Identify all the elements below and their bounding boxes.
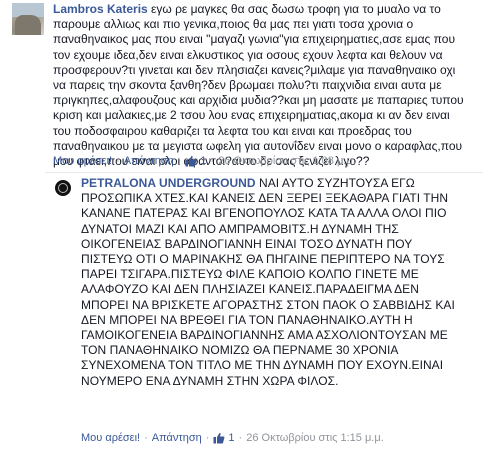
comment-text-line: ΜΠΟΡΕΙ ΝΑ ΒΡΙΣΚΕΤΕ ΑΓΟΡΑΣΤΗΣ ΣΤΟΝ ΠΑΟΚ Ο… [81, 297, 455, 312]
comment-text-line: ΠΙΣΤΕΥΩ ΟΤΙ Ο ΜΑΡΙΝΑΚΗΣ ΘΑ ΠΗΓΑΙΝΕ ΠΕΡΙΠ… [81, 252, 445, 267]
comment-text-line: ΝΑΙ ΑΥΤΟ ΣΥΖΗΤΟΥΣΑ ΕΓΩ [255, 176, 415, 190]
reply-divider [45, 172, 483, 173]
timestamp[interactable]: 26 Οκτωβρίου στις 1:15 μ.μ. [246, 432, 384, 444]
comment-text-line: να παρεις την σκοντα ξανθη?δεν βρωμαει π… [53, 78, 442, 93]
author-name[interactable]: PETRALONA UNDERGROUND [81, 176, 256, 190]
timestamp[interactable]: 26 Οκτωβρίου στις 1:08 μ.μ. [218, 155, 356, 167]
comment-text-line: ΠΡΟΣΩΠΙΚΑ ΧΤΕΣ.ΚΑΙ ΚΑΝΕΙΣ ΔΕΝ ΞΕΡΕΙ ΞΕΚΑ… [81, 191, 449, 206]
comment-text-line: ΔΕΝ ΜΠΟΡΕΙ ΝΑ ΒΡΕΘΕΙ ΓΙΑ ΤΟΝ ΠΑΝΑΘΗΝΑΙΚΟ… [81, 312, 413, 327]
comment-text-line: παρουμε αλλιως και πιο γενικα,ποιος θα μ… [53, 17, 414, 32]
comment-body: Lambros Kateris εγω ρε μαγκες θα σας δωσ… [53, 2, 478, 169]
like-link[interactable]: Μου αρέσει! [53, 155, 112, 167]
comment-meta: Μου αρέσει! · Απάντηση · 1 · 26 Οκτωβρίο… [81, 432, 384, 444]
comment-text-line: ΑΛΑΦΟΥΖΟ ΚΑΙ ΔΕΝ ΠΛΗΣΙΑΖΕΙ ΚΑΝΕΙΣ.ΠΑΡΑΔΕ… [81, 282, 419, 297]
comment-text-line: του ποδοσφαιρου καθαριζει τα λεφτα του κ… [53, 123, 412, 138]
reply-link[interactable]: Απάντηση [124, 155, 174, 167]
avatar[interactable] [12, 3, 44, 35]
comment-text-line: ΔΥΝΑΤΟΙ ΜΑΖΙ ΚΑΙ ΑΠΟ ΑΜΠΡΑΜΟΒΙΤΣ.Η ΔΥΝΑΜ… [81, 221, 399, 236]
comment-text-line: τον εχουμε ιδεα,δεν ειναι ελκυστικος για… [53, 47, 443, 62]
comment-text-line: εγω ρε μαγκες θα σας δωσω τροφη για το μ… [147, 2, 441, 16]
comment-body: PETRALONA UNDERGROUND ΝΑΙ ΑΥΤΟ ΣΥΖΗΤΟΥΣΑ… [81, 176, 476, 389]
like-count[interactable]: 1 [200, 155, 206, 167]
comment-text-line: παναθηναικος μας που ειναι "μαγαζι γωνια… [53, 32, 455, 47]
thumbs-up-icon[interactable] [185, 155, 197, 167]
comment-text-line: κριση και μαλακιες,με 2 τσου λου ενας επ… [53, 108, 450, 123]
comment-text-line: ΠΑΡΕΙ ΤΣΙΓΑΡΑ.ΠΙΣΤΕΥΩ ΦΙΛΕ ΚΑΠΟΙΟ ΚΟΛΠΟ … [81, 267, 419, 282]
comment-text-line: προσφερουν?τι γινεται και δεν πλησιαζει … [53, 62, 456, 77]
comment-text-line: ΚΑΝΑΝΕ ΠΑΤΕΡΑΣ ΚΑΙ ΒΓΕΝΟΠΟΥΛΟΣ ΚΑΤΑ ΤΑ Α… [81, 206, 447, 221]
separator: · [210, 155, 215, 167]
thumbs-up-icon[interactable] [213, 432, 225, 444]
comment-text-line: παναθηναικου με τα μεγιστα ωφελη για αυτ… [53, 138, 463, 153]
comment-text-line: ΝΟΥΜΕΡΟ ΕΝΑ ΔΥΝΑΜΗ ΣΤΗΝ ΧΩΡΑ ΦΙΛΟΣ. [81, 373, 339, 388]
separator: · [144, 432, 148, 444]
separator: · [116, 155, 120, 167]
like-link[interactable]: Μου αρέσει! [81, 432, 140, 444]
author-name[interactable]: Lambros Kateris [53, 2, 148, 16]
comment-meta: Μου αρέσει! · Απάντηση · 1 · 26 Οκτωβρίο… [53, 155, 356, 167]
separator: · [177, 155, 182, 167]
avatar[interactable] [55, 180, 71, 196]
reply-link[interactable]: Απάντηση [152, 432, 202, 444]
separator: · [238, 432, 243, 444]
separator: · [205, 432, 210, 444]
comment-text-line: ΣΥΝΕΧΟΜΕΝΑ ΤΟΝ ΤΙΤΛΟ ΜΕ ΤΗΝ ΔΥΝΑΜΗ ΠΟΥ Ε… [81, 358, 444, 373]
comment-text-line: ΟΙΚΟΓΕΝΕΙΑΣ ΒΑΡΔΙΝΟΓΙΑΝΝΗ ΕΙΝΑΙ ΤΟΣΟ ΔΥΝ… [81, 236, 413, 251]
comment-text-line: πριγκηπες,αλαφουζους και αρχιδια μυδια??… [53, 93, 464, 108]
comment-text-line: ΤΟΝ ΠΑΝΑΘΗΝΑΙΚΟ ΝΟΜΙΖΩ ΘΑ ΠΕΡΝΑΜΕ 30 ΧΡΟ… [81, 343, 399, 358]
comment-text-line: ΓΑΜΟΙΚΟΓΕΝΕΙΑ ΒΑΡΔΙΝΟΓΙΑΝΝΗΣ ΑΜΑ ΑΣΧΟΛΙΟ… [81, 328, 448, 343]
like-count[interactable]: 1 [228, 432, 234, 444]
